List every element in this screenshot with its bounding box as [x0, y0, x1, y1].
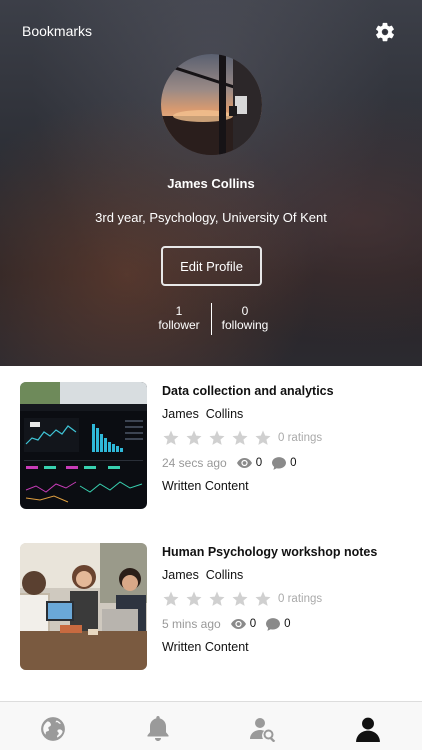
star-rating[interactable]: 0 ratings — [162, 429, 322, 447]
views-count: 0 — [249, 618, 257, 630]
card-author[interactable]: James Collins — [162, 568, 243, 582]
views-count: 0 — [255, 457, 263, 469]
following-stat[interactable]: 0 following — [216, 304, 274, 332]
card-meta: 5 mins ago 0 0 — [162, 617, 301, 631]
tab-notifications[interactable] — [145, 716, 171, 742]
gear-icon[interactable] — [374, 21, 396, 43]
ratings-count: 0 ratings — [278, 593, 323, 605]
globe-icon — [41, 717, 65, 741]
comment-icon — [272, 456, 287, 470]
analytics-dashboard-thumbnail[interactable] — [20, 382, 147, 509]
profile-header: Bookmarks James Collins 3rd year, Psycho… — [0, 0, 422, 366]
edit-profile-button[interactable]: Edit Profile — [161, 246, 262, 286]
star-icon[interactable] — [231, 590, 249, 608]
tab-search-people[interactable] — [250, 716, 276, 742]
comment-icon — [266, 617, 281, 631]
comments-count: 0 — [284, 618, 291, 630]
star-icon[interactable] — [208, 429, 226, 447]
ratings-count: 0 ratings — [278, 432, 323, 444]
content-card[interactable]: Human Psychology workshop notes James Co… — [0, 527, 422, 677]
bottom-tab-bar — [0, 701, 422, 750]
posted-time: 5 mins ago — [162, 617, 221, 631]
posted-time: 24 secs ago — [162, 456, 227, 470]
followers-label: follower — [158, 318, 200, 332]
content-card[interactable]: Data collection and analytics James Coll… — [0, 366, 422, 516]
workshop-photo-thumbnail[interactable] — [20, 543, 147, 670]
star-icon[interactable] — [185, 590, 203, 608]
edit-profile-label: Edit Profile — [180, 258, 243, 274]
star-icon[interactable] — [162, 429, 180, 447]
profile-icon — [356, 717, 380, 742]
star-icon[interactable] — [231, 429, 249, 447]
bookmarks-link[interactable]: Bookmarks — [22, 23, 92, 39]
tab-profile[interactable] — [355, 716, 381, 742]
card-title[interactable]: Data collection and analytics — [162, 384, 334, 398]
star-icon[interactable] — [254, 429, 272, 447]
card-author[interactable]: James Collins — [162, 407, 243, 421]
star-icon[interactable] — [185, 429, 203, 447]
following-label: following — [221, 318, 269, 332]
content-type: Written Content — [162, 640, 249, 654]
user-search-icon — [250, 718, 276, 742]
avatar[interactable] — [161, 54, 262, 155]
star-icon[interactable] — [254, 590, 272, 608]
star-rating[interactable]: 0 ratings — [162, 590, 322, 608]
bell-icon — [147, 716, 169, 741]
following-count: 0 — [241, 304, 249, 318]
star-icon[interactable] — [162, 590, 180, 608]
stats-divider — [211, 303, 212, 335]
comments-count: 0 — [290, 457, 297, 469]
profile-description: 3rd year, Psychology, University Of Kent — [95, 210, 327, 225]
card-meta: 24 secs ago 0 0 — [162, 456, 307, 470]
profile-name: James Collins — [167, 176, 255, 191]
eye-icon — [236, 458, 252, 468]
followers-count: 1 — [175, 304, 183, 318]
tab-explore[interactable] — [40, 716, 66, 742]
followers-stat[interactable]: 1 follower — [150, 304, 208, 332]
card-title[interactable]: Human Psychology workshop notes — [162, 545, 377, 559]
eye-icon — [230, 619, 246, 629]
content-type: Written Content — [162, 479, 249, 493]
star-icon[interactable] — [208, 590, 226, 608]
